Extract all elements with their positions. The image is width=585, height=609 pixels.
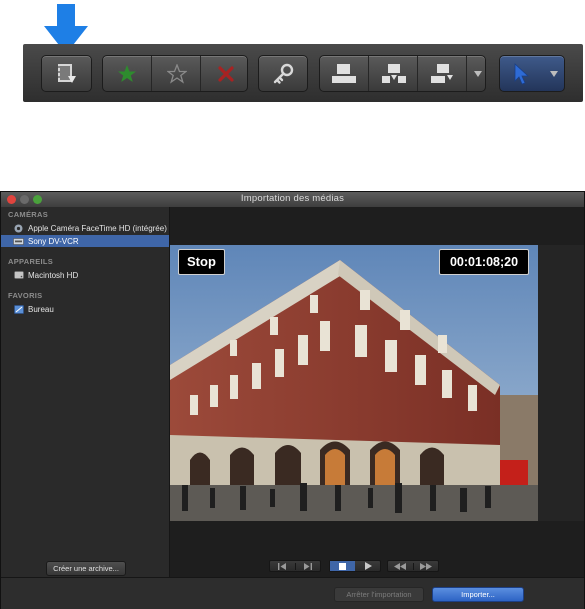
- film-import-icon: [57, 63, 76, 83]
- create-archive-button[interactable]: Créer une archive...: [46, 561, 126, 576]
- edit-group: [319, 55, 486, 92]
- play-stop-group: [329, 560, 381, 572]
- rating-group: [102, 55, 248, 92]
- window-title: Importation des médias: [240, 193, 345, 204]
- favorite-button[interactable]: [103, 56, 151, 91]
- edit-menu-button[interactable]: [466, 56, 488, 91]
- previous-frame-button[interactable]: [270, 562, 295, 570]
- hard-drive-icon: [13, 271, 24, 280]
- sidebar-item-sony-dv-vcr[interactable]: Sony DV-VCR: [1, 235, 169, 247]
- sidebar-item-bureau[interactable]: Bureau: [1, 303, 169, 315]
- step-forward-icon: [304, 562, 313, 570]
- outline-star-icon: [166, 63, 187, 84]
- frame-step-group: [269, 560, 321, 572]
- next-frame-button[interactable]: [294, 562, 321, 570]
- section-heading-devices: APPAREILS: [8, 257, 54, 266]
- append-clip-button[interactable]: [417, 56, 467, 91]
- import-button[interactable]: Importer...: [432, 587, 524, 602]
- play-button[interactable]: [355, 562, 380, 570]
- viewer-top-area: [170, 207, 584, 245]
- fast-forward-icon: [419, 562, 432, 570]
- title-bar: Importation des médias: [1, 192, 584, 208]
- video-preview: [170, 245, 538, 521]
- key-icon: [273, 63, 294, 84]
- chevron-down-icon: [550, 70, 558, 77]
- section-heading-cameras: CAMÉRAS: [8, 210, 49, 219]
- sidebar-item-label: Bureau: [28, 304, 54, 314]
- green-star-icon: [118, 64, 136, 82]
- transport-status-label: Stop: [178, 249, 225, 275]
- fast-forward-button[interactable]: [412, 562, 439, 570]
- unrate-button[interactable]: [151, 56, 201, 91]
- insert-clip-button[interactable]: [368, 56, 418, 91]
- desktop-folder-icon: [13, 304, 24, 314]
- section-heading-favorites: FAVORIS: [8, 291, 43, 300]
- connect-clip-button[interactable]: [320, 56, 368, 91]
- chevron-down-icon: [473, 70, 482, 77]
- stop-button[interactable]: [330, 561, 355, 571]
- sidebar: CAMÉRAS Apple Caméra FaceTime HD (intégr…: [1, 207, 170, 577]
- select-tool-button[interactable]: [499, 55, 565, 92]
- shuttle-group: [387, 560, 439, 572]
- insert-clip-icon: [381, 63, 406, 83]
- connect-clip-icon: [332, 63, 356, 83]
- play-icon: [364, 562, 372, 570]
- rewind-button[interactable]: [388, 562, 413, 570]
- sidebar-item-facetime-camera[interactable]: Apple Caméra FaceTime HD (intégrée): [1, 222, 169, 234]
- stop-icon: [339, 562, 346, 570]
- rewind-icon: [394, 562, 407, 570]
- step-back-icon: [277, 562, 286, 570]
- camera-icon: [13, 224, 24, 233]
- sidebar-item-macintosh-hd[interactable]: Macintosh HD: [1, 269, 169, 281]
- arrow-pointer-icon: [514, 62, 530, 84]
- sidebar-item-label: Apple Caméra FaceTime HD (intégrée): [28, 223, 167, 233]
- timecode-display: 00:01:08;20: [439, 249, 529, 275]
- reject-button[interactable]: [200, 56, 250, 91]
- red-x-icon: [217, 65, 234, 82]
- tape-deck-icon: [13, 237, 24, 246]
- sidebar-item-label: Sony DV-VCR: [28, 236, 79, 246]
- import-media-button[interactable]: [41, 55, 92, 92]
- toolbar: [23, 44, 583, 102]
- append-clip-icon: [430, 63, 453, 83]
- stop-import-button[interactable]: Arrêter l'importation: [334, 587, 424, 602]
- keyword-button[interactable]: [258, 55, 308, 92]
- sidebar-item-label: Macintosh HD: [28, 270, 79, 280]
